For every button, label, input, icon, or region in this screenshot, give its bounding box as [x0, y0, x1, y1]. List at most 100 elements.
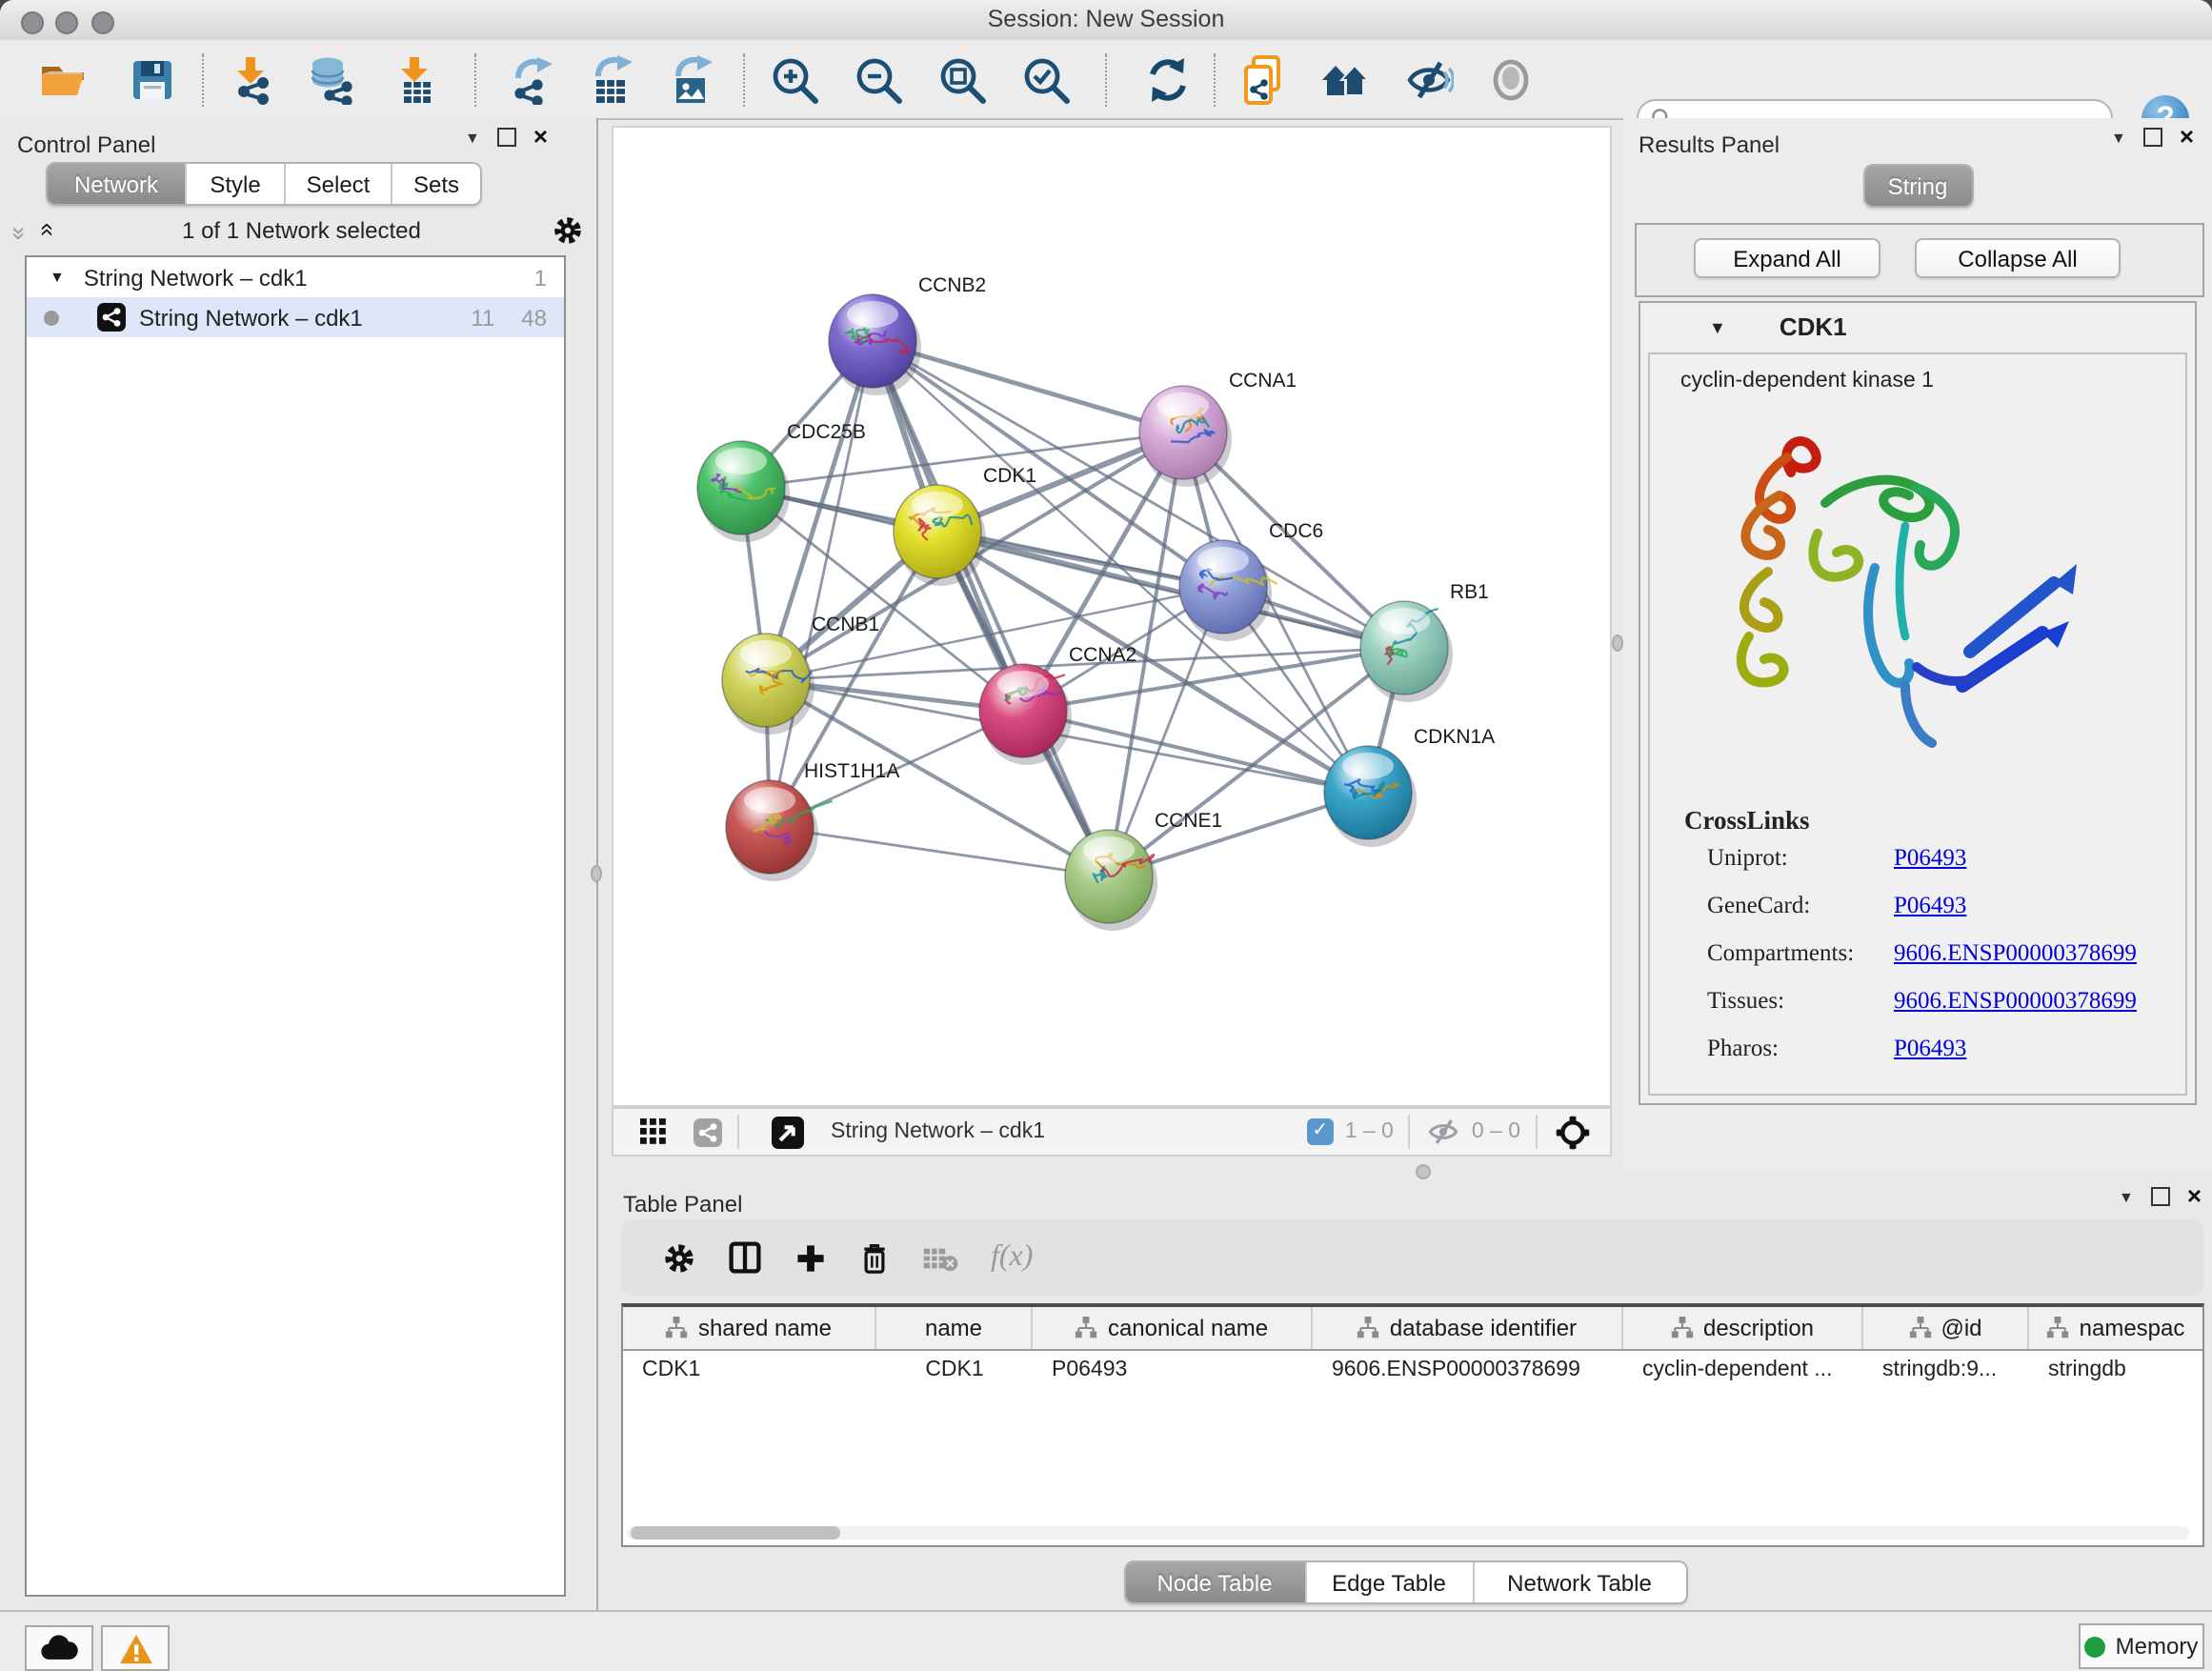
- column-header-canonical-name[interactable]: canonical name: [1033, 1307, 1313, 1349]
- crosslink-compartments[interactable]: 9606.ENSP00000378699: [1894, 939, 2137, 966]
- cell-name[interactable]: CDK1: [876, 1358, 1033, 1380]
- export-image-button[interactable]: [667, 55, 716, 105]
- left-splitter-handle[interactable]: [591, 865, 602, 882]
- tab-select[interactable]: Select: [284, 164, 391, 204]
- export-table-button[interactable]: [587, 55, 636, 105]
- collapse-all-button[interactable]: Collapse All: [1915, 238, 2121, 278]
- network-options-gear-icon[interactable]: [553, 215, 583, 246]
- svg-text:CCNE1: CCNE1: [1155, 810, 1222, 832]
- column-header-name[interactable]: name: [876, 1307, 1033, 1349]
- tab-network[interactable]: Network: [48, 164, 185, 204]
- column-header-id[interactable]: @id: [1863, 1307, 2029, 1349]
- network-node-CCNA1[interactable]: CCNA1: [1139, 370, 1297, 487]
- network-row[interactable]: String Network – cdk1 11 48: [27, 297, 564, 337]
- clone-network-button[interactable]: [1238, 55, 1288, 105]
- table-options-gear-icon[interactable]: [663, 1241, 695, 1274]
- tab-string[interactable]: String: [1864, 166, 1971, 206]
- import-network-from-file-button[interactable]: [227, 55, 276, 105]
- toolbar-separator: [743, 53, 747, 107]
- crosslink-tissues[interactable]: 9606.ENSP00000378699: [1894, 987, 2137, 1014]
- network-canvas[interactable]: CCNB2CCNA1CDC25BCDK1CDC6RB1CCNB1CCNA2CDK…: [613, 128, 1610, 1105]
- memory-button[interactable]: Memory: [2079, 1623, 2204, 1669]
- network-node-CDC25B[interactable]: CDC25B: [697, 421, 866, 542]
- save-session-button[interactable]: [128, 55, 177, 105]
- selected-checkbox-icon[interactable]: ✓: [1307, 1118, 1334, 1145]
- cell-id[interactable]: stringdb:9...: [1863, 1358, 2029, 1380]
- warning-icon: [117, 1632, 153, 1664]
- horizontal-splitter-handle[interactable]: [1416, 1164, 1431, 1179]
- expand-all-button[interactable]: Expand All: [1694, 238, 1880, 278]
- tab-sets[interactable]: Sets: [391, 164, 480, 204]
- cell-description[interactable]: cyclin-dependent ...: [1623, 1358, 1863, 1380]
- network-node-CCNB2[interactable]: CCNB2: [829, 274, 986, 395]
- warnings-button[interactable]: [101, 1625, 170, 1671]
- cell-namespace[interactable]: stringdb: [2029, 1358, 2202, 1380]
- tab-edge-table[interactable]: Edge Table: [1304, 1562, 1472, 1602]
- import-network-from-database-button[interactable]: [307, 55, 356, 105]
- open-session-button[interactable]: [38, 55, 88, 105]
- hide-unhide-button[interactable]: [1404, 55, 1454, 105]
- zoom-selected-button[interactable]: [1021, 55, 1071, 105]
- network-collection-row[interactable]: ▼ String Network – cdk1 1: [27, 257, 564, 297]
- crosslink-uniprot[interactable]: P06493: [1894, 844, 1966, 871]
- refresh-view-button[interactable]: [1143, 55, 1193, 105]
- grid-view-icon[interactable]: [640, 1118, 667, 1145]
- column-header-description[interactable]: description: [1623, 1307, 1863, 1349]
- network-node-CDKN1A[interactable]: CDKN1A: [1324, 726, 1495, 847]
- tab-network-table[interactable]: Network Table: [1472, 1562, 1685, 1602]
- panel-float-icon[interactable]: [497, 128, 516, 147]
- collection-expander-icon[interactable]: ▼: [50, 269, 65, 286]
- network-selected-status: 1 of 1 Network selected: [50, 217, 553, 244]
- column-header-database-identifier[interactable]: database identifier: [1313, 1307, 1623, 1349]
- cell-canonical-name[interactable]: P06493: [1033, 1358, 1313, 1380]
- tab-node-table[interactable]: Node Table: [1125, 1562, 1304, 1602]
- crosslink-row: Compartments:9606.ENSP00000378699: [1707, 939, 2185, 968]
- network-view-icon[interactable]: [694, 1117, 722, 1146]
- gene-details: cyclin-dependent kinase 1: [1648, 352, 2187, 1096]
- status-bar: Memory: [0, 1610, 2212, 1671]
- crosslink-pharos[interactable]: P06493: [1894, 1035, 1966, 1061]
- birdseye-view-icon[interactable]: [772, 1116, 804, 1148]
- network-node-CDK1[interactable]: CDK1: [894, 465, 1036, 586]
- network-node-HIST1H1A[interactable]: HIST1H1A: [726, 760, 899, 881]
- zoom-fit-button[interactable]: [937, 55, 987, 105]
- section-expander-icon[interactable]: ▼: [1709, 317, 1726, 336]
- expand-all-icon[interactable]: »: [31, 226, 60, 235]
- column-type-icon: [666, 1317, 689, 1339]
- panel-menu-icon[interactable]: ▼: [2119, 1188, 2134, 1205]
- svg-text:CCNA1: CCNA1: [1229, 370, 1297, 392]
- delete-column-icon[interactable]: [859, 1240, 890, 1275]
- zoom-out-button[interactable]: [854, 55, 903, 105]
- crosslink-genecard[interactable]: P06493: [1894, 892, 1966, 918]
- scrollbar-thumb[interactable]: [631, 1526, 840, 1540]
- gene-section-header[interactable]: ▼ CDK1: [1640, 303, 2195, 351]
- table-row[interactable]: CDK1 CDK1 P06493 9606.ENSP00000378699 cy…: [623, 1351, 2202, 1387]
- show-columns-icon[interactable]: [728, 1240, 762, 1275]
- panel-close-icon[interactable]: ×: [2187, 1189, 2202, 1204]
- panel-float-icon[interactable]: [2143, 128, 2162, 147]
- reset-view-crosshair-icon[interactable]: [1555, 1114, 1591, 1150]
- network-node-RB1[interactable]: RB1: [1360, 581, 1489, 702]
- home-panel-button[interactable]: [1320, 55, 1370, 105]
- cell-database-identifier[interactable]: 9606.ENSP00000378699: [1313, 1358, 1623, 1380]
- cloud-status-button[interactable]: [25, 1625, 93, 1671]
- right-splitter-handle[interactable]: [1612, 634, 1623, 652]
- panel-close-icon[interactable]: ×: [2180, 130, 2194, 145]
- panel-menu-icon[interactable]: ▼: [2111, 129, 2126, 146]
- panel-close-icon[interactable]: ×: [533, 130, 548, 145]
- tab-style[interactable]: Style: [185, 164, 284, 204]
- import-table-from-file-button[interactable]: [391, 55, 440, 105]
- zoom-in-button[interactable]: [770, 55, 819, 105]
- column-header-shared-name[interactable]: shared name: [623, 1307, 876, 1349]
- export-network-button[interactable]: [507, 55, 556, 105]
- statusbar-separator: [1409, 1115, 1413, 1149]
- toolbar-separator: [474, 53, 478, 107]
- crosslinks-title: CrossLinks: [1684, 806, 2185, 836]
- panel-float-icon[interactable]: [2151, 1187, 2170, 1206]
- table-horizontal-scrollbar[interactable]: [627, 1526, 2189, 1540]
- network-status-dot: [44, 310, 59, 325]
- panel-menu-icon[interactable]: ▼: [465, 129, 480, 146]
- column-header-namespace[interactable]: namespac: [2029, 1307, 2202, 1349]
- add-column-icon[interactable]: [794, 1241, 827, 1274]
- cell-shared-name[interactable]: CDK1: [623, 1358, 876, 1380]
